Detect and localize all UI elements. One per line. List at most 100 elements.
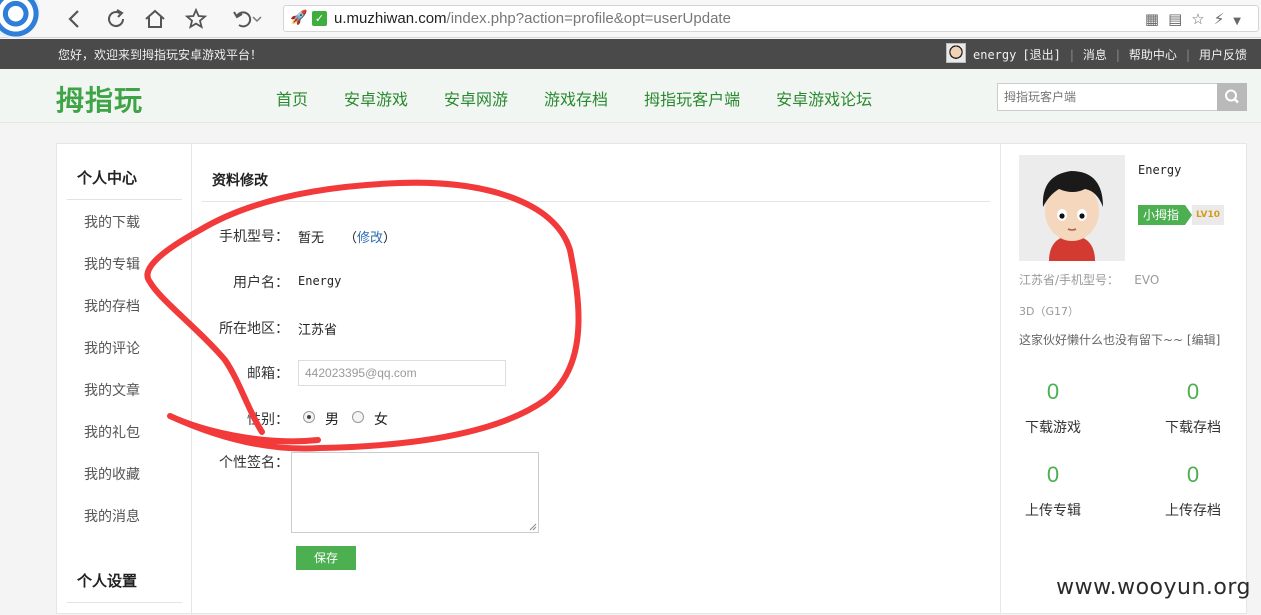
cartoon-boy-avatar-icon: [1019, 155, 1125, 261]
watermark: www.wooyun.org: [1056, 575, 1251, 600]
email-label: 邮箱：: [202, 363, 289, 383]
secure-check-icon: ✓: [312, 11, 327, 26]
logout-link[interactable]: [退出]: [1022, 46, 1060, 63]
form-title: 资料修改: [212, 170, 268, 190]
refresh-icon[interactable]: [103, 6, 129, 32]
sidebar: 个人中心 我的下载 我的专辑 我的存档 我的评论 我的文章 我的礼包 我的收藏 …: [57, 144, 192, 615]
sidebar-item-articles[interactable]: 我的文章: [84, 380, 140, 400]
browser-logo-icon: [0, 0, 40, 38]
phone-model-label: 手机型号：: [202, 226, 289, 246]
badge-title: 小拇指: [1138, 205, 1185, 225]
profile-card: Energy 小拇指 LV10 江苏省/手机型号： EVO 3D（G17） 这家…: [1000, 144, 1246, 615]
sidebar-item-comments[interactable]: 我的评论: [84, 338, 140, 358]
divider: |: [1070, 48, 1074, 62]
location-phone-line2: 3D（G17）: [1019, 303, 1079, 319]
edit-phone-link[interactable]: 修改: [357, 231, 383, 246]
paren-close: ）: [383, 231, 396, 246]
back-icon[interactable]: [62, 6, 88, 32]
browser-toolbar: 🚀 ✓ u.muzhiwan.com/index.php?action=prof…: [0, 0, 1261, 38]
resize-handle-icon[interactable]: [529, 523, 537, 531]
sidebar-item-favorites[interactable]: 我的收藏: [84, 464, 140, 484]
favorite-star-icon[interactable]: [183, 6, 209, 32]
profile-page: 个人中心 我的下载 我的专辑 我的存档 我的评论 我的文章 我的礼包 我的收藏 …: [56, 143, 1247, 614]
search-button[interactable]: [1217, 83, 1247, 111]
feedback-link[interactable]: 用户反馈: [1199, 46, 1247, 63]
nav-forum[interactable]: 安卓游戏论坛: [776, 86, 872, 110]
signature-textarea[interactable]: [291, 452, 539, 533]
rocket-icon: 🚀: [290, 10, 307, 26]
divider: |: [1186, 48, 1190, 62]
search-input[interactable]: [997, 83, 1218, 111]
gender-female-radio[interactable]: [352, 411, 364, 423]
nav-game-saves[interactable]: 游戏存档: [544, 86, 608, 110]
nav-android-games[interactable]: 安卓游戏: [344, 86, 408, 110]
stat-upload-saves-count[interactable]: 0: [1158, 462, 1228, 488]
qr-code-icon[interactable]: ▦: [1145, 10, 1168, 28]
messages-link[interactable]: 消息: [1083, 46, 1107, 63]
nav-client[interactable]: 拇指玩客户端: [644, 86, 740, 110]
email-field[interactable]: 442023395@qq.com: [298, 360, 506, 386]
url-text[interactable]: u.muzhiwan.com/index.php?action=profile&…: [334, 10, 731, 27]
signature-label: 个性签名：: [202, 452, 289, 472]
profile-name: Energy: [1138, 163, 1181, 177]
site-topbar: 您好，欢迎来到拇指玩安卓游戏平台！ energy [退出] | 消息 | 帮助中…: [0, 39, 1261, 69]
sidebar-item-saves[interactable]: 我的存档: [84, 296, 140, 316]
sidebar-section-personal-settings: 个人设置: [77, 570, 137, 591]
gender-male-label: 男: [325, 409, 339, 429]
divider: [202, 201, 990, 202]
address-dropdown-icon[interactable]: ▼: [1233, 16, 1250, 27]
nav-home[interactable]: 首页: [276, 86, 308, 110]
profile-bio[interactable]: 这家伙好懒什么也没有留下~~ [编辑]: [1019, 331, 1220, 348]
topbar-username[interactable]: energy: [973, 48, 1016, 62]
history-dropdown-icon[interactable]: [252, 6, 278, 32]
url-path: /index.php?action=profile&opt=userUpdate: [447, 10, 731, 27]
region-value: 江苏省: [298, 319, 337, 338]
sidebar-item-messages[interactable]: 我的消息: [84, 506, 140, 526]
bookmark-star-icon[interactable]: ☆: [1191, 10, 1213, 28]
help-link[interactable]: 帮助中心: [1129, 46, 1177, 63]
stat-upload-saves-label[interactable]: 上传存档: [1158, 500, 1228, 520]
main-nav: 首页 安卓游戏 安卓网游 游戏存档 拇指玩客户端 安卓游戏论坛: [276, 86, 908, 110]
site-logo[interactable]: 拇指玩: [56, 79, 143, 119]
gender-male-radio[interactable]: [303, 411, 315, 423]
location-phone-line1: 江苏省/手机型号： EVO: [1019, 271, 1159, 288]
avatar[interactable]: [1019, 155, 1125, 261]
stat-download-saves-label[interactable]: 下载存档: [1158, 417, 1228, 437]
reader-icon[interactable]: ▤: [1168, 10, 1191, 28]
welcome-text: 您好，欢迎来到拇指玩安卓游戏平台！: [58, 46, 262, 63]
badge-arrow: [1185, 205, 1192, 225]
address-bar[interactable]: 🚀 ✓ u.muzhiwan.com/index.php?action=prof…: [283, 5, 1259, 32]
sidebar-item-downloads[interactable]: 我的下载: [84, 212, 140, 232]
stat-upload-albums-label[interactable]: 上传专辑: [1018, 500, 1088, 520]
lightning-icon[interactable]: ⚡: [1214, 10, 1234, 28]
stat-download-games-count[interactable]: 0: [1018, 379, 1088, 405]
site-search: [997, 83, 1247, 111]
username-label: 用户名：: [202, 272, 289, 292]
search-icon: [1217, 83, 1247, 111]
home-icon[interactable]: [142, 6, 168, 32]
save-button[interactable]: 保存: [296, 546, 356, 570]
level-badge: 小拇指 LV10: [1138, 205, 1224, 225]
stat-download-saves-count[interactable]: 0: [1158, 379, 1228, 405]
divider: |: [1116, 48, 1120, 62]
url-host: u.muzhiwan.com: [334, 10, 447, 27]
level-tag: LV10: [1192, 205, 1224, 225]
nav-online-games[interactable]: 安卓网游: [444, 86, 508, 110]
stat-download-games-label[interactable]: 下载游戏: [1018, 417, 1088, 437]
address-tools: ▦▤☆⚡▼: [1145, 10, 1250, 28]
site-header: 拇指玩 首页 安卓游戏 安卓网游 游戏存档 拇指玩客户端 安卓游戏论坛: [0, 69, 1261, 123]
divider: [67, 602, 182, 603]
phone-model-text: 暂无: [298, 231, 324, 246]
profile-edit-form: 资料修改 手机型号： 暂无（修改） 用户名： Energy 所在地区： 江苏省 …: [202, 144, 992, 615]
sidebar-item-albums[interactable]: 我的专辑: [84, 254, 140, 274]
user-links: energy [退出] | 消息 | 帮助中心 | 用户反馈: [946, 46, 1247, 63]
gender-label: 性别：: [202, 409, 289, 429]
username-value: Energy: [298, 274, 341, 288]
stat-upload-albums-count[interactable]: 0: [1018, 462, 1088, 488]
phone-model-value: 暂无（修改）: [298, 227, 396, 246]
gender-female-label: 女: [374, 409, 388, 429]
region-label: 所在地区：: [202, 318, 289, 338]
user-avatar-small[interactable]: [946, 43, 966, 63]
sidebar-section-personal-center: 个人中心: [77, 167, 137, 188]
sidebar-item-gifts[interactable]: 我的礼包: [84, 422, 140, 442]
